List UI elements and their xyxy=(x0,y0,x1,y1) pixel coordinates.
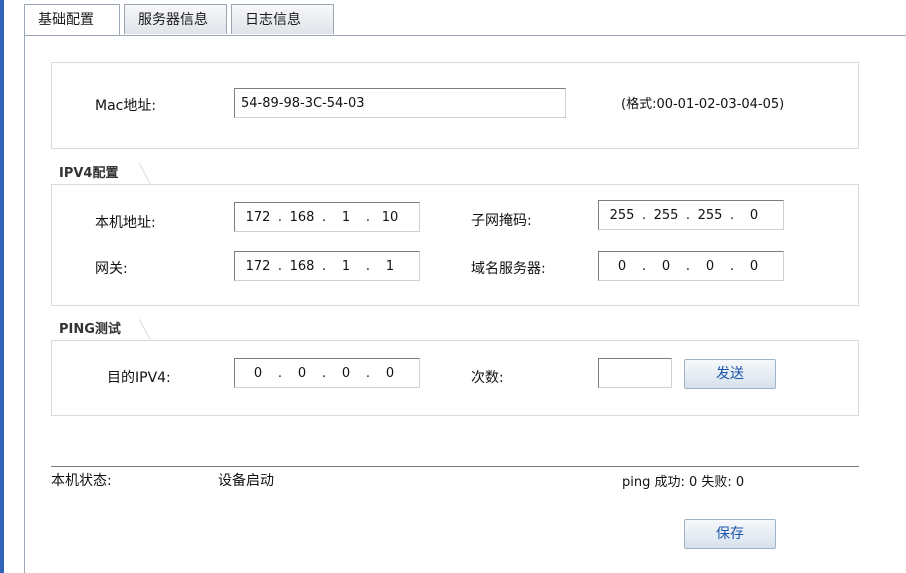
ip-octet[interactable]: 0 xyxy=(737,259,771,274)
ipv4-legend-text: IPV4配置 xyxy=(59,166,119,181)
send-button[interactable]: 发送 xyxy=(684,359,776,389)
ip-dot: . xyxy=(321,209,327,225)
ip-dot: . xyxy=(685,258,691,274)
ip-octet[interactable]: 1 xyxy=(329,210,363,225)
ip-octet[interactable]: 172 xyxy=(241,210,275,225)
ping-legend: PING测试 xyxy=(51,318,152,342)
ip-dot: . xyxy=(729,258,735,274)
ip-octet[interactable]: 1 xyxy=(329,259,363,274)
ip-dot: . xyxy=(365,258,371,274)
ip-dot: . xyxy=(365,365,371,381)
gateway-label: 网关: xyxy=(95,261,128,277)
subnet-mask-label: 子网掩码: xyxy=(471,213,532,229)
ip-dot: . xyxy=(641,207,647,223)
ip-dot: . xyxy=(321,365,327,381)
ip-dot: . xyxy=(641,258,647,274)
tab-server-info[interactable]: 服务器信息 xyxy=(124,4,227,34)
ip-dot: . xyxy=(729,207,735,223)
status-divider xyxy=(51,466,859,467)
ip-dot: . xyxy=(365,209,371,225)
ip-octet[interactable]: 172 xyxy=(241,259,275,274)
ping-legend-text: PING测试 xyxy=(59,322,121,337)
tab-basic-config[interactable]: 基础配置 xyxy=(24,4,120,36)
ip-octet[interactable]: 168 xyxy=(285,259,319,274)
ip-octet[interactable]: 1 xyxy=(373,259,407,274)
mac-input[interactable] xyxy=(234,88,566,118)
status-label: 本机状态: xyxy=(51,473,112,489)
save-button[interactable]: 保存 xyxy=(684,519,776,549)
ip-octet[interactable]: 0 xyxy=(285,366,319,381)
subnet-mask-input[interactable]: 255. 255. 255. 0 xyxy=(598,200,784,230)
tab-log-info[interactable]: 日志信息 xyxy=(231,4,334,34)
ip-dot: . xyxy=(277,209,283,225)
tab-bar: 基础配置 服务器信息 日志信息 xyxy=(24,4,338,36)
ip-octet[interactable]: 0 xyxy=(605,259,639,274)
legend-tab-edge xyxy=(139,318,152,342)
ip-octet[interactable]: 10 xyxy=(373,210,407,225)
ping-count-label: 次数: xyxy=(471,370,504,386)
gateway-input[interactable]: 172. 168. 1. 1 xyxy=(234,251,420,281)
left-border xyxy=(0,0,4,573)
ip-octet[interactable]: 0 xyxy=(329,366,363,381)
local-address-input[interactable]: 172. 168. 1. 10 xyxy=(234,202,420,232)
ip-dot: . xyxy=(277,258,283,274)
dns-label: 域名服务器: xyxy=(471,261,546,277)
ip-octet[interactable]: 168 xyxy=(285,210,319,225)
ip-octet[interactable]: 0 xyxy=(737,208,771,223)
status-value: 设备启动 xyxy=(218,473,274,489)
ip-octet[interactable]: 0 xyxy=(373,366,407,381)
ip-octet[interactable]: 0 xyxy=(649,259,683,274)
ip-octet[interactable]: 0 xyxy=(693,259,727,274)
ip-octet[interactable]: 0 xyxy=(241,366,275,381)
ping-result: ping 成功: 0 失败: 0 xyxy=(622,475,745,490)
local-address-label: 本机地址: xyxy=(95,215,156,231)
ipv4-legend: IPV4配置 xyxy=(51,162,152,186)
ip-octet[interactable]: 255 xyxy=(649,208,683,223)
mac-label: Mac地址: xyxy=(95,98,157,114)
ip-octet[interactable]: 255 xyxy=(693,208,727,223)
ip-dot: . xyxy=(685,207,691,223)
ping-target-label: 目的IPV4: xyxy=(107,370,171,386)
ip-dot: . xyxy=(321,258,327,274)
ip-octet[interactable]: 255 xyxy=(605,208,639,223)
mac-format-hint: (格式:00-01-02-03-04-05) xyxy=(621,97,785,112)
ping-count-input[interactable] xyxy=(598,358,672,388)
ip-dot: . xyxy=(277,365,283,381)
legend-tab-edge xyxy=(139,162,152,186)
dns-input[interactable]: 0. 0. 0. 0 xyxy=(598,251,784,281)
ping-target-input[interactable]: 0. 0. 0. 0 xyxy=(234,358,420,388)
